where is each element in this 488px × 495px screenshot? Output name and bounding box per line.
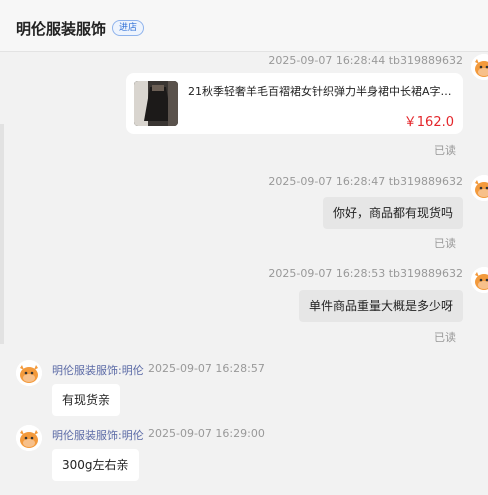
left-divider (0, 124, 4, 344)
read-status: 已读 (434, 237, 456, 250)
chat-header: 明伦服装服饰 进店 (0, 0, 488, 52)
sender-name: 明伦服装服饰:明伦 (52, 429, 144, 442)
cow-avatar-icon (471, 175, 488, 201)
seller-avatar (16, 425, 42, 451)
cow-avatar-icon (16, 360, 42, 386)
customer-avatar (471, 267, 488, 293)
message-time: 2025-09-07 16:28:57 (148, 362, 265, 375)
product-title[interactable]: 21秋季轻奢羊毛百褶裙女针织弹力半身裙中长裙A字羊... (188, 83, 456, 99)
seller-avatar (16, 360, 42, 386)
cow-avatar-icon (16, 425, 42, 451)
message-bubble: 单件商品重量大概是多少呀 (298, 290, 463, 322)
read-status: 已读 (434, 331, 456, 344)
product-price: ￥162.0 (403, 115, 454, 130)
product-thumbnail[interactable] (134, 81, 178, 126)
enter-shop-button[interactable]: 进店 (112, 20, 145, 36)
read-status: 已读 (434, 144, 456, 157)
message-meta: 2025-09-07 16:28:47 tb319889632 (268, 175, 463, 188)
message-bubble: 你好，商品都有现货吗 (322, 197, 463, 229)
product-card[interactable]: 21秋季轻奢羊毛百褶裙女针织弹力半身裙中长裙A字羊... ￥162.0 (126, 73, 463, 134)
message-bubble: 300g左右亲 (52, 449, 139, 481)
customer-avatar (471, 54, 488, 80)
cow-avatar-icon (471, 267, 488, 293)
sender-name: 明伦服装服饰:明伦 (52, 364, 144, 377)
cow-avatar-icon (471, 54, 488, 80)
message-bubble: 有现货亲 (52, 384, 121, 416)
product-image-icon (134, 81, 178, 126)
message-meta: 2025-09-07 16:28:44 tb319889632 (268, 54, 463, 67)
message-time: 2025-09-07 16:29:00 (148, 427, 265, 440)
message-meta: 2025-09-07 16:28:53 tb319889632 (268, 267, 463, 280)
customer-avatar (471, 175, 488, 201)
shop-name[interactable]: 明伦服装服饰 (16, 18, 106, 39)
